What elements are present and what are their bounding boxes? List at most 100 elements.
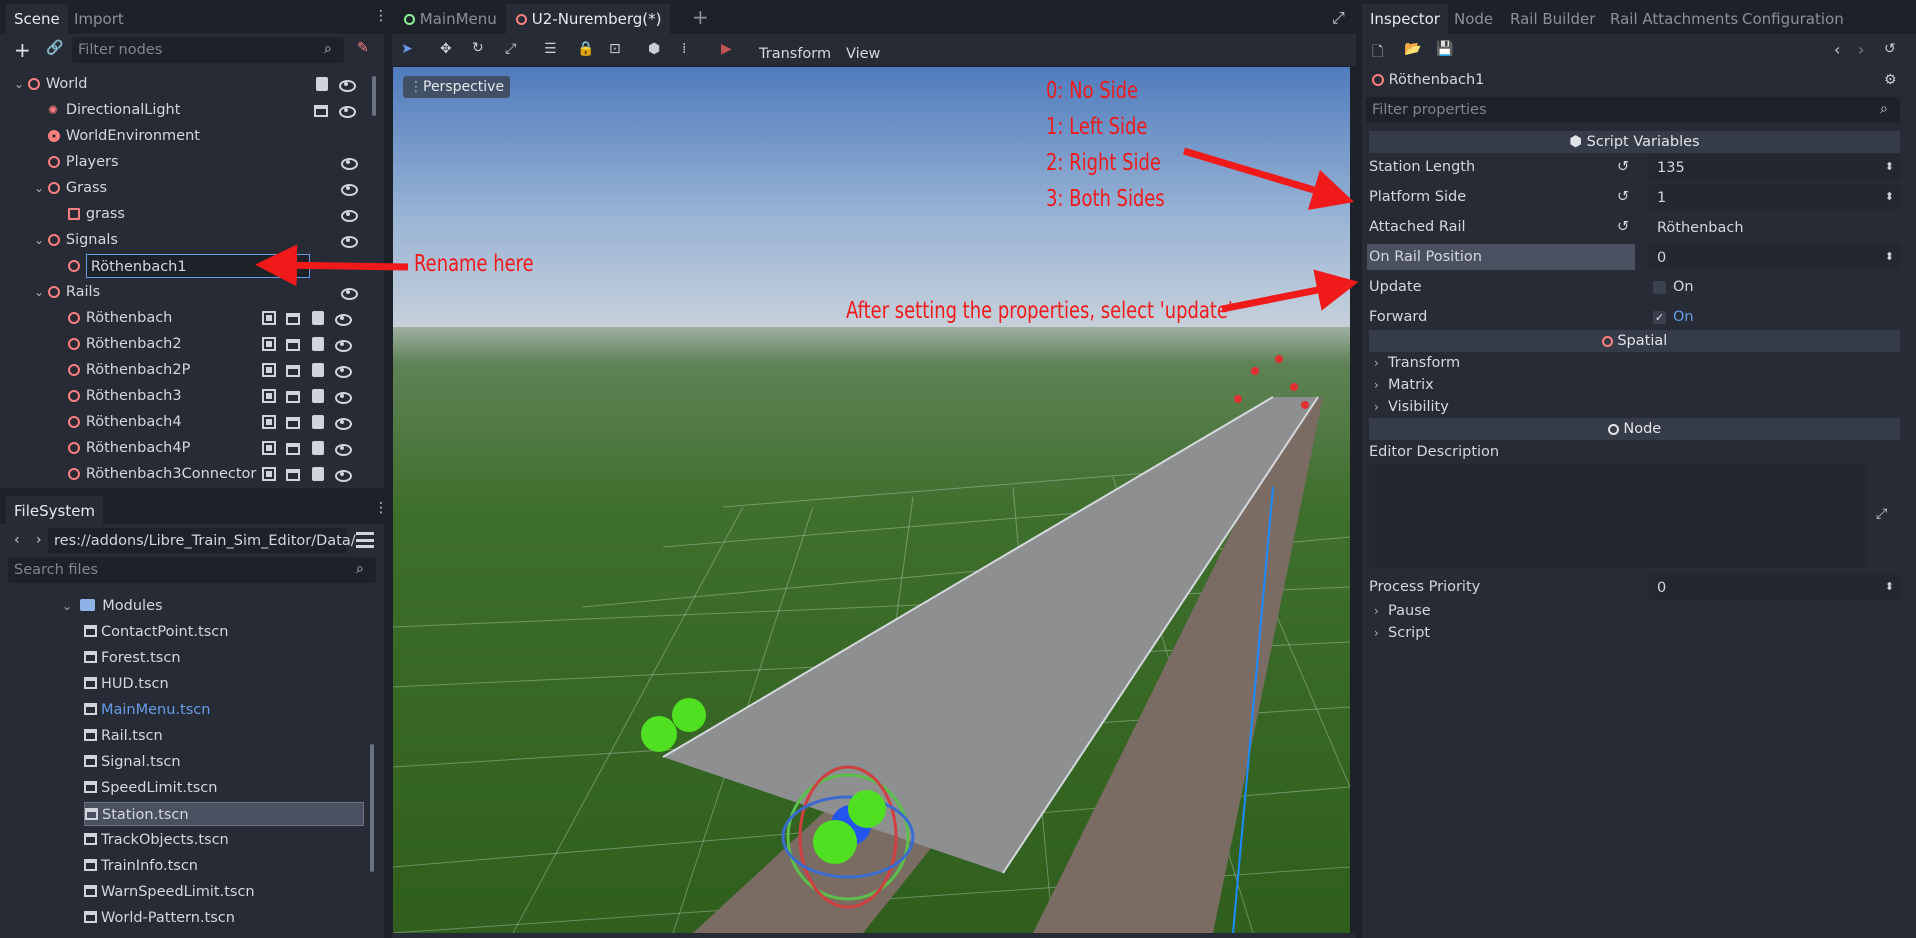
visibility-eye-icon[interactable] bbox=[338, 102, 356, 118]
update-checkbox[interactable] bbox=[1653, 281, 1666, 294]
scene-instance-icon[interactable] bbox=[286, 417, 300, 429]
group-icon[interactable] bbox=[262, 467, 276, 481]
filesystem-scrollbar[interactable] bbox=[370, 744, 374, 872]
chevron-down-icon[interactable]: ⌄ bbox=[34, 181, 48, 195]
filter-nodes-input[interactable]: Filter nodes bbox=[72, 37, 344, 63]
script-icon[interactable] bbox=[312, 311, 324, 325]
visibility-eye-icon[interactable] bbox=[340, 206, 358, 222]
group-icon[interactable] bbox=[262, 415, 276, 429]
snap-icon[interactable]: ⁞ bbox=[682, 41, 686, 57]
tree-node[interactable]: Röthenbach4P bbox=[54, 436, 190, 460]
file-item[interactable]: World-Pattern.tscn bbox=[84, 906, 235, 930]
path-field[interactable]: res://addons/Libre_Train_Sim_Editor/Data… bbox=[48, 528, 356, 554]
scene-scrollbar[interactable] bbox=[372, 76, 376, 116]
group-icon[interactable] bbox=[262, 337, 276, 351]
folder-modules[interactable]: ⌄ Modules bbox=[62, 594, 163, 618]
platform-side-field[interactable]: 1 bbox=[1649, 184, 1900, 210]
group-icon[interactable] bbox=[262, 311, 276, 325]
open-folder-icon[interactable]: 📂 bbox=[1404, 41, 1421, 57]
file-item[interactable]: MainMenu.tscn bbox=[84, 698, 210, 722]
prop-process-priority[interactable]: Process Priority 0 ⬍ bbox=[1367, 573, 1900, 601]
script-icon[interactable] bbox=[312, 415, 324, 429]
file-item[interactable]: Forest.tscn bbox=[84, 646, 181, 670]
visibility-eye-icon[interactable] bbox=[340, 232, 358, 248]
move-tool-icon[interactable]: ✥ bbox=[440, 41, 452, 57]
history-back-icon[interactable]: ‹ bbox=[1834, 40, 1840, 59]
script-icon[interactable] bbox=[312, 363, 324, 377]
forward-icon[interactable]: › bbox=[36, 532, 42, 548]
tree-node[interactable]: Players bbox=[34, 150, 119, 174]
back-icon[interactable]: ‹ bbox=[14, 532, 20, 548]
visibility-eye-icon[interactable] bbox=[334, 310, 352, 326]
visibility-eye-icon[interactable] bbox=[334, 440, 352, 456]
fullscreen-icon[interactable]: ⤢ bbox=[1332, 8, 1345, 28]
split-view-icon[interactable] bbox=[356, 532, 374, 548]
spinner-icon[interactable]: ⬍ bbox=[1885, 573, 1894, 601]
chevron-down-icon[interactable]: ⌄ bbox=[14, 77, 28, 91]
file-item[interactable]: Rail.tscn bbox=[84, 724, 163, 748]
dock-menu-icon[interactable]: ⋮ bbox=[374, 500, 388, 516]
local-space-icon[interactable]: ⬢ bbox=[648, 41, 660, 57]
tab-node[interactable]: Node bbox=[1446, 4, 1501, 34]
add-node-icon[interactable]: + bbox=[14, 38, 31, 62]
tab-rail-builder[interactable]: Rail Builder bbox=[1502, 4, 1603, 34]
prop-platform-side[interactable]: Platform Side ↺ 1 ⬍ bbox=[1367, 183, 1900, 211]
revert-icon[interactable]: ↺ bbox=[1617, 213, 1629, 241]
new-resource-icon[interactable]: 🗋 bbox=[1372, 41, 1383, 65]
group-icon[interactable] bbox=[262, 363, 276, 377]
menu-view[interactable]: View bbox=[846, 41, 880, 67]
scene-instance-icon[interactable] bbox=[286, 339, 300, 351]
remote-tree-icon[interactable]: ✎ bbox=[357, 40, 369, 56]
tree-node[interactable]: grass bbox=[54, 202, 125, 226]
tree-node[interactable]: ⌄ Signals bbox=[34, 228, 118, 252]
prop-attached-rail[interactable]: Attached Rail ↺ Röthenbach bbox=[1367, 213, 1900, 241]
scene-instance-icon[interactable] bbox=[286, 365, 300, 377]
station-length-field[interactable]: 135 bbox=[1649, 154, 1900, 180]
rotate-tool-icon[interactable]: ↻ bbox=[472, 40, 484, 56]
dock-menu-icon[interactable]: ⋮ bbox=[374, 8, 388, 24]
script-icon[interactable] bbox=[312, 467, 324, 481]
chevron-down-icon[interactable]: ⌄ bbox=[34, 233, 48, 247]
search-files-input[interactable]: Search files bbox=[8, 557, 376, 583]
object-tools-icon[interactable]: ⚙ bbox=[1884, 72, 1897, 88]
tab-mainmenu[interactable]: MainMenu bbox=[394, 4, 505, 34]
tab-import[interactable]: Import bbox=[66, 4, 132, 34]
tree-node[interactable]: WorldEnvironment bbox=[34, 124, 200, 148]
add-tab-button[interactable]: + bbox=[684, 2, 717, 32]
editor-description-textarea[interactable] bbox=[1369, 464, 1867, 568]
revert-icon[interactable]: ↺ bbox=[1617, 183, 1629, 211]
save-icon[interactable]: 💾 bbox=[1436, 41, 1453, 57]
scene-instance-icon[interactable] bbox=[314, 105, 328, 117]
group-matrix[interactable]: › Matrix bbox=[1374, 374, 1434, 396]
group-script[interactable]: › Script bbox=[1374, 622, 1430, 644]
node-header[interactable]: Node bbox=[1369, 418, 1900, 440]
visibility-eye-icon[interactable] bbox=[340, 180, 358, 196]
tab-configuration[interactable]: Configuration bbox=[1734, 4, 1852, 34]
file-item[interactable]: WarnSpeedLimit.tscn bbox=[84, 880, 255, 904]
visibility-eye-icon[interactable] bbox=[338, 76, 356, 92]
filter-properties-input[interactable]: Filter properties bbox=[1366, 97, 1900, 123]
script-icon[interactable] bbox=[312, 441, 324, 455]
tab-inspector[interactable]: Inspector bbox=[1362, 4, 1448, 34]
group-icon[interactable]: ⊡ bbox=[609, 41, 621, 57]
process-priority-field[interactable]: 0 bbox=[1649, 574, 1900, 600]
tree-node[interactable]: Röthenbach1 bbox=[54, 254, 310, 278]
revert-icon[interactable]: ↺ bbox=[1617, 153, 1629, 181]
on-rail-position-field[interactable]: 0 bbox=[1649, 244, 1900, 270]
tab-filesystem[interactable]: FileSystem bbox=[6, 496, 104, 526]
tree-node[interactable]: Röthenbach4 bbox=[54, 410, 182, 434]
tree-node[interactable]: ⌄ Rails bbox=[34, 280, 100, 304]
scene-instance-icon[interactable] bbox=[286, 469, 300, 481]
3d-viewport[interactable]: ⋮Perspective bbox=[393, 67, 1350, 933]
script-icon[interactable] bbox=[312, 337, 324, 351]
spinner-icon[interactable]: ⬍ bbox=[1885, 243, 1894, 271]
spinner-icon[interactable]: ⬍ bbox=[1885, 153, 1894, 181]
lock-icon[interactable]: 🔒 bbox=[577, 41, 594, 57]
script-variables-header[interactable]: ⬢ Script Variables bbox=[1369, 131, 1900, 153]
tab-u2-nuremberg[interactable]: U2-Nuremberg(*) bbox=[506, 4, 670, 34]
tab-rail-attachments[interactable]: Rail Attachments bbox=[1602, 4, 1746, 34]
history-forward-icon[interactable]: › bbox=[1858, 40, 1864, 59]
visibility-eye-icon[interactable] bbox=[334, 336, 352, 352]
tab-scene[interactable]: Scene bbox=[6, 4, 68, 34]
visibility-eye-icon[interactable] bbox=[334, 362, 352, 378]
